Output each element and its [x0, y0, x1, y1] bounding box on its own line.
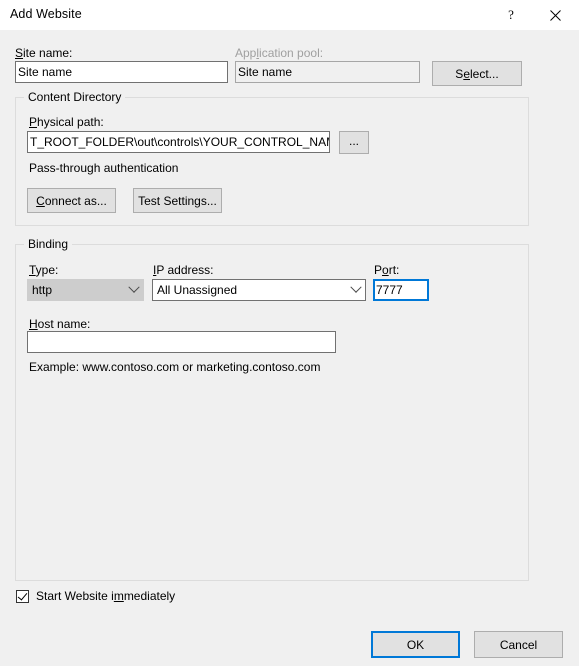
close-icon: [549, 9, 561, 21]
start-website-immediately-label: Start Website immediately: [36, 589, 176, 603]
checkbox-icon: [16, 589, 29, 603]
browse-physical-path-button[interactable]: ...: [339, 131, 369, 154]
chevron-down-icon: [347, 281, 365, 294]
close-button[interactable]: [533, 0, 577, 30]
content-directory-group-title: Content Directory: [24, 90, 126, 104]
host-name-input[interactable]: [27, 331, 336, 353]
ip-address-select-value: All Unassigned: [157, 283, 238, 297]
ip-address-label: IP address:: [153, 263, 214, 277]
ellipsis-icon: ...: [348, 133, 359, 148]
port-input[interactable]: 7777: [373, 279, 429, 301]
ip-address-select[interactable]: All Unassigned: [152, 279, 366, 301]
ok-button[interactable]: OK: [371, 631, 460, 658]
cancel-button[interactable]: Cancel: [474, 631, 563, 658]
passthrough-authentication-text: Pass-through authentication: [29, 161, 179, 175]
site-name-label: Site name:: [15, 46, 73, 60]
application-pool-input: Site name: [235, 61, 420, 83]
start-website-immediately-checkbox[interactable]: Start Website immediately: [16, 589, 175, 603]
host-name-label: Host name:: [29, 317, 91, 331]
site-name-input[interactable]: Site name: [15, 61, 228, 83]
window-title: Add Website: [10, 7, 82, 21]
connect-as-button[interactable]: Connect as...: [27, 188, 116, 213]
port-label: Port:: [374, 263, 400, 277]
help-button[interactable]: ?: [489, 0, 533, 30]
test-settings-button[interactable]: Test Settin g s...: [133, 188, 222, 213]
physical-path-input[interactable]: T_ROOT_FOLDER\out\controls\YOUR_CONTROL_…: [27, 131, 330, 153]
host-name-example-text: Example: www.contoso.com or marketing.co…: [29, 360, 321, 374]
type-label: Type:: [29, 263, 59, 277]
type-select-value: http: [32, 283, 53, 297]
binding-group-title: Binding: [24, 237, 73, 251]
application-pool-label: Application pool:: [235, 46, 324, 60]
chevron-down-icon: [125, 281, 143, 294]
question-mark-icon: ?: [508, 7, 514, 22]
physical-path-label: Physical path:: [29, 115, 104, 129]
title-bar: Add Website ?: [0, 0, 579, 30]
select-app-pool-button[interactable]: Se lect...: [432, 61, 522, 86]
type-select[interactable]: http: [27, 279, 144, 301]
